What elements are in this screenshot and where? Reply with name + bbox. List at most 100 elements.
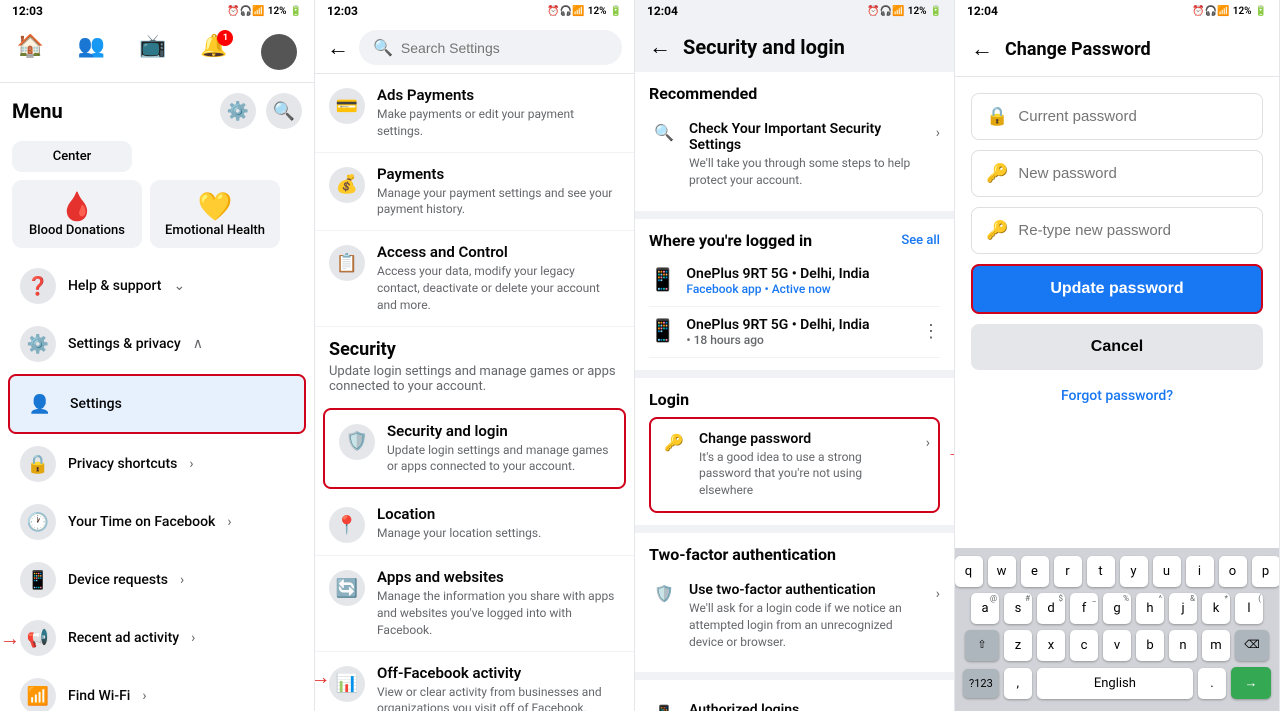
authorized-item[interactable]: 📱 Authorized logins Review a list of dev… bbox=[649, 692, 940, 711]
nav-home[interactable]: 🏠 bbox=[5, 28, 56, 76]
shortcut-center[interactable]: Center bbox=[12, 141, 132, 172]
gear-icon[interactable]: ⚙️ bbox=[220, 93, 256, 129]
key-s[interactable]: s# bbox=[1004, 593, 1032, 624]
key-b[interactable]: b bbox=[1136, 630, 1164, 661]
menu-item-privacy[interactable]: 🔒 Privacy shortcuts › bbox=[8, 436, 306, 492]
new-password-field[interactable]: 🔑 bbox=[971, 150, 1263, 197]
current-password-field[interactable]: 🔒 bbox=[971, 93, 1263, 140]
menu-item-device[interactable]: 📱 Device requests › bbox=[8, 552, 306, 608]
status-bar-3: 12:04 ⏰🎧📶 12% 🔋 bbox=[635, 0, 954, 22]
two-factor-title: Two-factor authentication bbox=[649, 545, 940, 564]
search-bar[interactable]: 🔍 bbox=[359, 30, 622, 65]
key-e[interactable]: e bbox=[1021, 556, 1049, 587]
key-w[interactable]: w bbox=[988, 556, 1016, 587]
settings-item-access[interactable]: 📋 Access and Control Access your data, m… bbox=[315, 231, 634, 326]
search-input[interactable] bbox=[401, 40, 608, 56]
key-space[interactable]: English bbox=[1037, 668, 1193, 699]
ads-payments-icon: 💳 bbox=[329, 88, 365, 124]
search-icon[interactable]: 🔍 bbox=[266, 93, 302, 129]
key-q[interactable]: q bbox=[955, 556, 983, 587]
key-l[interactable]: l( bbox=[1235, 593, 1263, 624]
cancel-button[interactable]: Cancel bbox=[971, 324, 1263, 370]
privacy-icon: 🔒 bbox=[20, 446, 56, 482]
key-d[interactable]: d$ bbox=[1037, 593, 1065, 624]
key-c[interactable]: c bbox=[1070, 630, 1098, 661]
nav-friends[interactable]: 👥 bbox=[66, 28, 117, 76]
wifi-label: Find Wi-Fi bbox=[68, 688, 130, 704]
ads-icon: 📢 bbox=[20, 620, 56, 656]
menu-item-settings[interactable]: 👤 Settings bbox=[8, 374, 306, 434]
key-period[interactable]: . bbox=[1198, 668, 1226, 699]
key-k[interactable]: k* bbox=[1202, 593, 1230, 624]
key-x[interactable]: x bbox=[1037, 630, 1065, 661]
device-item-0[interactable]: 📱 OnePlus 9RT 5G • Delhi, India Facebook… bbox=[649, 256, 940, 307]
settings-item-apps[interactable]: 🔄 Apps and websites Manage the informati… bbox=[315, 556, 634, 651]
settings-item-off-facebook[interactable]: → 📊 Off-Facebook activity View or clear … bbox=[315, 652, 634, 711]
key-u[interactable]: u bbox=[1153, 556, 1181, 587]
recommended-item[interactable]: 🔍 Check Your Important Security Settings… bbox=[649, 111, 940, 199]
key-j[interactable]: j& bbox=[1169, 593, 1197, 624]
key-p[interactable]: p bbox=[1252, 556, 1280, 587]
key-m[interactable]: m bbox=[1202, 630, 1230, 661]
retype-password-field[interactable]: 🔑 bbox=[971, 207, 1263, 254]
key-z[interactable]: z bbox=[1004, 630, 1032, 661]
menu-item-wifi[interactable]: 📶 Find Wi-Fi › bbox=[8, 668, 306, 711]
nav-watch[interactable]: 📺 bbox=[127, 28, 178, 76]
key-shift[interactable]: ⇧ bbox=[965, 630, 999, 661]
shortcut-emotional[interactable]: 💛 Emotional Health bbox=[150, 180, 280, 248]
menu-item-settings-privacy[interactable]: ⚙️ Settings & privacy ∧ bbox=[8, 316, 306, 372]
location-desc: Manage your location settings. bbox=[377, 525, 620, 542]
key-enter[interactable]: → bbox=[1231, 667, 1271, 699]
status-bar-4: 12:04 ⏰🎧📶 12% 🔋 bbox=[955, 0, 1279, 22]
see-all-button[interactable]: See all bbox=[901, 233, 940, 248]
key-g[interactable]: g% bbox=[1103, 593, 1131, 624]
menu-panel: 12:03 ⏰🎧📶 12% 🔋 🏠 👥 📺 🔔 1 Menu ⚙️ 🔍 Cent… bbox=[0, 0, 315, 711]
back-button-3[interactable]: ← bbox=[649, 34, 671, 60]
two-factor-item[interactable]: 🛡️ Use two-factor authentication We'll a… bbox=[649, 572, 940, 660]
change-password-item[interactable]: 🔑 Change password It's a good idea to us… bbox=[649, 417, 940, 513]
change-password-title: Change password bbox=[699, 431, 916, 447]
current-password-input[interactable] bbox=[1018, 108, 1248, 125]
device-1-more[interactable]: ⋮ bbox=[922, 321, 940, 342]
key-o[interactable]: o bbox=[1219, 556, 1247, 587]
device-item-1[interactable]: 📱 OnePlus 9RT 5G • Delhi, India • 18 hou… bbox=[649, 307, 940, 358]
key-t[interactable]: t bbox=[1087, 556, 1115, 587]
key-f[interactable]: f_ bbox=[1070, 593, 1098, 624]
access-title: Access and Control bbox=[377, 243, 620, 261]
key-a[interactable]: a@ bbox=[971, 593, 999, 624]
menu-item-help[interactable]: ❓ Help & support ⌄ bbox=[8, 258, 306, 314]
settings-item-ads-payments[interactable]: 💳 Ads Payments Make payments or edit you… bbox=[315, 74, 634, 153]
settings-item-payments[interactable]: 💰 Payments Manage your payment settings … bbox=[315, 153, 634, 232]
update-password-button[interactable]: Update password bbox=[971, 264, 1263, 314]
back-button-2[interactable]: ← bbox=[327, 35, 349, 61]
nav-notifications[interactable]: 🔔 1 bbox=[188, 28, 239, 76]
back-button-4[interactable]: ← bbox=[971, 36, 993, 62]
key-i[interactable]: i bbox=[1186, 556, 1214, 587]
device-label: Device requests bbox=[68, 572, 168, 588]
shortcut-blood[interactable]: 🩸 Blood Donations bbox=[12, 180, 142, 248]
key-h[interactable]: h^ bbox=[1136, 593, 1164, 624]
settings-item-security-login[interactable]: 🛡️ Security and login Update login setti… bbox=[323, 408, 626, 490]
blood-donations-label: Blood Donations bbox=[29, 223, 125, 238]
key-y[interactable]: y bbox=[1120, 556, 1148, 587]
new-password-input[interactable] bbox=[1018, 165, 1248, 182]
forgot-password-link[interactable]: Forgot password? bbox=[971, 380, 1263, 412]
key-r[interactable]: r bbox=[1054, 556, 1082, 587]
key-comma[interactable]: , bbox=[1004, 668, 1032, 699]
key-v[interactable]: v bbox=[1103, 630, 1131, 661]
retype-password-input[interactable] bbox=[1018, 222, 1248, 239]
menu-item-ads[interactable]: → 📢 Recent ad activity › bbox=[8, 610, 306, 666]
menu-item-time[interactable]: 🕐 Your Time on Facebook › bbox=[8, 494, 306, 550]
key-numbers[interactable]: ?123 bbox=[963, 669, 999, 698]
key-n[interactable]: n bbox=[1169, 630, 1197, 661]
check-security-icon: 🔍 bbox=[649, 123, 679, 142]
access-desc: Access your data, modify your legacy con… bbox=[377, 263, 620, 313]
change-password-panel: 12:04 ⏰🎧📶 12% 🔋 ← Change Password 🔒 🔑 🔑 … bbox=[955, 0, 1280, 711]
settings-item-location[interactable]: 📍 Location Manage your location settings… bbox=[315, 493, 634, 556]
nav-avatar[interactable] bbox=[249, 28, 309, 76]
device-0-title: OnePlus 9RT 5G • Delhi, India bbox=[686, 266, 940, 282]
apps-desc: Manage the information you share with ap… bbox=[377, 588, 620, 638]
payments-desc: Manage your payment settings and see you… bbox=[377, 185, 620, 219]
key-backspace[interactable]: ⌫ bbox=[1235, 630, 1269, 661]
change-password-header: ← Change Password bbox=[955, 22, 1279, 77]
